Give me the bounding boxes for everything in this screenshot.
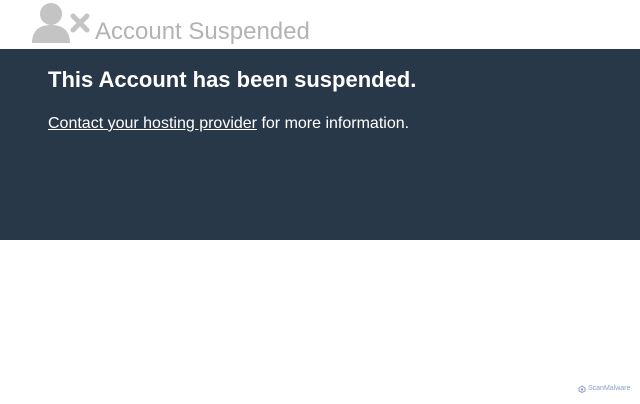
suspension-message: Contact your hosting provider for more i…	[48, 114, 409, 134]
scanmalware-logo-icon	[578, 385, 586, 393]
page-header: Account Suspended	[0, 0, 640, 49]
scanmalware-brand-text: ScanMalware	[588, 385, 631, 392]
more-information-text: for more information.	[257, 115, 410, 132]
user-remove-icon	[31, 2, 91, 44]
suspended-page: Account Suspended This Account has been …	[0, 0, 640, 404]
scanmalware-watermark: ScanMalware	[578, 384, 630, 394]
contact-hosting-provider-link[interactable]: Contact your hosting provider	[48, 115, 257, 132]
suspension-banner: This Account has been suspended. Contact…	[0, 49, 640, 240]
page-title: Account Suspended	[95, 18, 310, 45]
suspension-heading: This Account has been suspended.	[48, 67, 417, 92]
